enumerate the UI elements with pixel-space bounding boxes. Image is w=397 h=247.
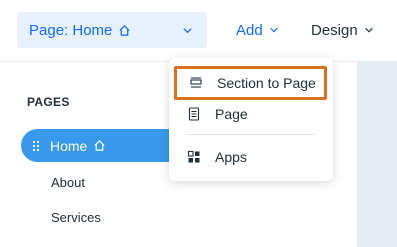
design-label: Design bbox=[311, 21, 358, 39]
page-item-label: Home bbox=[50, 137, 88, 154]
menu-item-section-to-page[interactable]: Section to Page bbox=[174, 66, 327, 100]
menu-item-label: Apps bbox=[215, 149, 247, 165]
apps-icon bbox=[187, 150, 200, 163]
page-select-label: Page: Home bbox=[29, 21, 113, 39]
page-item-services[interactable]: Services bbox=[51, 210, 101, 225]
menu-divider bbox=[187, 134, 315, 135]
drag-handle-icon[interactable] bbox=[32, 140, 40, 152]
top-bar: Page: Home Add Design bbox=[0, 0, 397, 62]
menu-item-label: Page bbox=[215, 106, 248, 122]
page-icon bbox=[188, 107, 200, 121]
chevron-down-icon bbox=[364, 27, 373, 33]
add-dropdown-menu: Section to Page Page Apps bbox=[169, 58, 333, 181]
home-icon bbox=[119, 24, 130, 36]
add-menu-button[interactable]: Add bbox=[236, 12, 279, 48]
page-select-dropdown[interactable]: Page: Home bbox=[17, 12, 207, 48]
chevron-down-icon bbox=[183, 28, 192, 34]
home-icon bbox=[94, 140, 105, 151]
section-icon bbox=[190, 77, 202, 88]
chevron-down-icon bbox=[269, 27, 278, 33]
page-item-about[interactable]: About bbox=[51, 175, 85, 190]
menu-item-page[interactable]: Page bbox=[169, 98, 333, 130]
add-label: Add bbox=[236, 21, 263, 39]
menu-item-apps[interactable]: Apps bbox=[169, 141, 333, 173]
editor-canvas[interactable] bbox=[357, 62, 397, 247]
design-menu-button[interactable]: Design bbox=[311, 12, 374, 48]
menu-item-label: Section to Page bbox=[217, 75, 316, 91]
pages-panel-title: PAGES bbox=[27, 95, 70, 109]
